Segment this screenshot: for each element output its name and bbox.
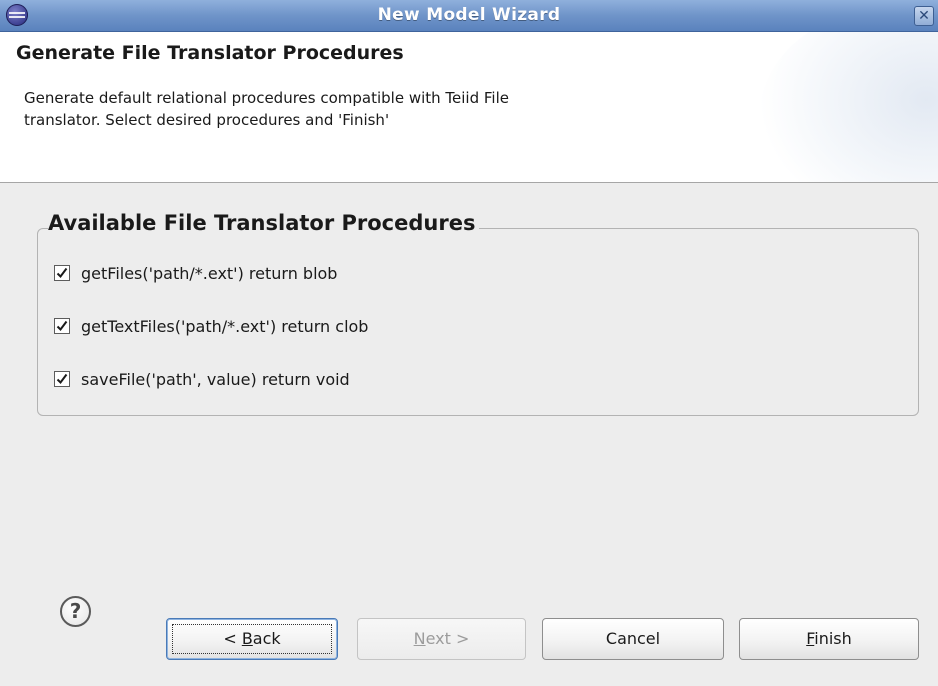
option-label-savefile: saveFile('path', value) return void [81,370,350,389]
title-bar[interactable]: New Model Wizard ✕ [0,0,938,32]
help-icon[interactable]: ? [60,596,91,627]
next-button[interactable]: Next > [357,618,526,660]
page-title: Generate File Translator Procedures [16,42,404,64]
finish-button-label: inish [814,629,852,648]
page-description-line-1: Generate default relational procedures c… [24,89,509,107]
page-description-line-2: translator. Select desired procedures an… [24,111,390,129]
cancel-button-label: Cancel [605,629,661,648]
option-label-gettextfiles: getTextFiles('path/*.ext') return clob [81,317,369,336]
checkmark-icon [56,373,68,385]
checkbox-gettextfiles[interactable] [54,318,70,334]
close-icon[interactable]: ✕ [914,6,934,26]
window-title: New Model Wizard [377,5,561,25]
option-label-getfiles: getFiles('path/*.ext') return blob [81,264,338,283]
back-button[interactable]: < Back [166,618,338,660]
focus-ring [172,624,332,654]
cancel-button[interactable]: Cancel [542,618,724,660]
checkbox-getfiles[interactable] [54,265,70,281]
checkmark-icon [56,267,68,279]
new-model-wizard-dialog: New Model Wizard ✕ Generate File Transla… [0,0,938,686]
group-title: Available File Translator Procedures [48,211,480,235]
checkmark-icon [56,320,68,332]
next-button-mnemonic: N [413,629,426,648]
finish-button[interactable]: Finish [739,618,919,660]
next-button-label: ext > [425,629,470,648]
page-description: Generate default relational procedures c… [24,87,844,131]
checkbox-savefile[interactable] [54,371,70,387]
